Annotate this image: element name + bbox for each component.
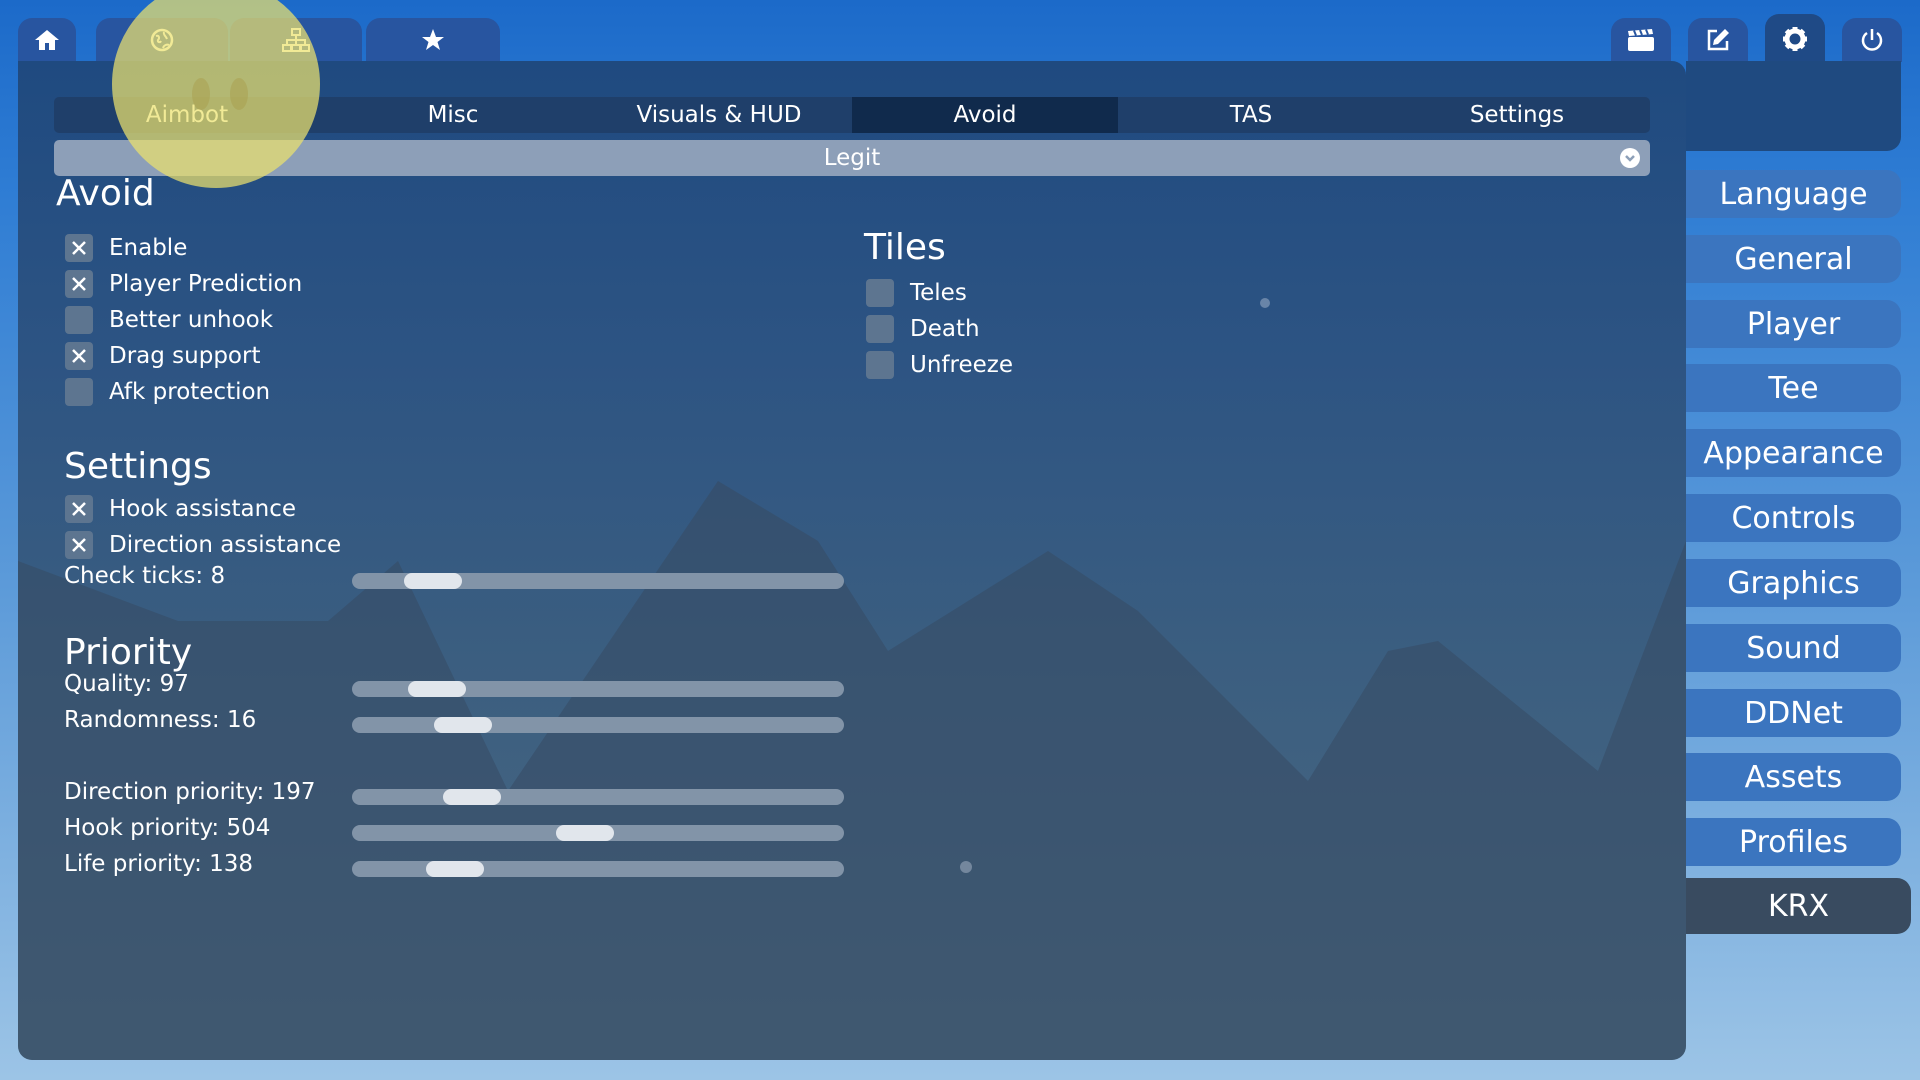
checkbox-checked-icon[interactable] bbox=[65, 342, 93, 370]
edit-icon bbox=[1705, 27, 1731, 53]
settings-direction-assistance-checkbox[interactable]: Direction assistance bbox=[65, 530, 341, 560]
side-menu-tee[interactable]: Tee bbox=[1686, 364, 1901, 412]
checkbox-label: Drag support bbox=[109, 343, 261, 369]
globe-icon bbox=[150, 28, 174, 52]
tab-lan-servers[interactable] bbox=[230, 18, 362, 62]
checkbox-label: Better unhook bbox=[109, 307, 274, 333]
slider-knob[interactable] bbox=[408, 681, 466, 697]
demos-button[interactable] bbox=[1611, 18, 1671, 62]
slider-knob[interactable] bbox=[556, 825, 614, 841]
tiles-teles-checkbox[interactable]: Teles bbox=[866, 278, 967, 308]
checkbox-label: Teles bbox=[910, 280, 967, 306]
checkbox-empty-icon[interactable] bbox=[65, 306, 93, 334]
avoid-section-title: Avoid bbox=[56, 173, 155, 214]
tab-home[interactable] bbox=[18, 18, 76, 62]
star-icon bbox=[421, 28, 445, 52]
side-menu-ddnet[interactable]: DDNet bbox=[1686, 689, 1901, 737]
checkbox-label: Enable bbox=[109, 235, 188, 261]
tab-tas[interactable]: TAS bbox=[1118, 97, 1384, 133]
home-icon bbox=[34, 28, 60, 52]
tab-internet-servers[interactable] bbox=[96, 18, 228, 62]
avoid-enable-checkbox[interactable]: Enable bbox=[65, 233, 187, 263]
profile-dropdown-value: Legit bbox=[823, 145, 881, 171]
checkbox-label: Death bbox=[910, 316, 980, 342]
check-ticks-label: Check ticks: 8 bbox=[64, 563, 226, 589]
tab-misc[interactable]: Misc bbox=[320, 97, 586, 133]
quit-button[interactable] bbox=[1842, 18, 1902, 62]
randomness-slider[interactable] bbox=[352, 717, 844, 733]
checkbox-label: Player Prediction bbox=[109, 271, 303, 297]
side-menu-player[interactable]: Player bbox=[1686, 300, 1901, 348]
side-menu-krx[interactable]: KRX bbox=[1686, 878, 1911, 934]
power-icon bbox=[1859, 27, 1885, 53]
tiles-death-checkbox[interactable]: Death bbox=[866, 314, 980, 344]
gear-icon bbox=[1782, 26, 1808, 52]
tiles-section-title: Tiles bbox=[864, 227, 946, 268]
life-priority-slider[interactable] bbox=[352, 861, 844, 877]
checkbox-label: Afk protection bbox=[109, 379, 271, 405]
side-menu-general[interactable]: General bbox=[1686, 235, 1901, 283]
avoid-drag-support-checkbox[interactable]: Drag support bbox=[65, 341, 260, 371]
direction-priority-slider[interactable] bbox=[352, 789, 844, 805]
settings-panel: Aimbot Misc Visuals & HUD Avoid TAS Settings … bbox=[18, 61, 1686, 1060]
profile-dropdown[interactable]: Legit bbox=[54, 140, 1650, 176]
tab-settings[interactable]: Settings bbox=[1384, 97, 1650, 133]
checkbox-checked-icon[interactable] bbox=[65, 270, 93, 298]
checkbox-empty-icon[interactable] bbox=[866, 279, 894, 307]
network-icon bbox=[282, 28, 310, 52]
checkbox-label: Hook assistance bbox=[109, 496, 296, 522]
checkbox-checked-icon[interactable] bbox=[65, 495, 93, 523]
tab-avoid[interactable]: Avoid bbox=[852, 97, 1118, 133]
quality-slider[interactable] bbox=[352, 681, 844, 697]
chevron-down-icon bbox=[1620, 148, 1640, 168]
priority-section-title: Priority bbox=[64, 632, 193, 673]
side-menu-profiles[interactable]: Profiles bbox=[1686, 818, 1901, 866]
checkbox-empty-icon[interactable] bbox=[866, 351, 894, 379]
side-menu-sound[interactable]: Sound bbox=[1686, 624, 1901, 672]
side-menu-controls[interactable]: Controls bbox=[1686, 494, 1901, 542]
checkbox-label: Unfreeze bbox=[910, 352, 1013, 378]
settings-section-title: Settings bbox=[64, 446, 212, 487]
tab-favorites[interactable] bbox=[366, 18, 500, 62]
checkbox-empty-icon[interactable] bbox=[65, 378, 93, 406]
settings-button[interactable] bbox=[1765, 14, 1825, 64]
clapperboard-icon bbox=[1626, 28, 1656, 52]
life-priority-label: Life priority: 138 bbox=[64, 851, 254, 877]
menu-header-strip bbox=[1686, 61, 1901, 151]
side-menu-language[interactable]: Language bbox=[1686, 170, 1901, 218]
avoid-better-unhook-checkbox[interactable]: Better unhook bbox=[65, 305, 273, 335]
randomness-label: Randomness: 16 bbox=[64, 707, 257, 733]
quality-label: Quality: 97 bbox=[64, 671, 189, 697]
background-star bbox=[1260, 298, 1270, 308]
avoid-afk-protection-checkbox[interactable]: Afk protection bbox=[65, 377, 270, 407]
checkbox-checked-icon[interactable] bbox=[65, 531, 93, 559]
slider-knob[interactable] bbox=[404, 573, 462, 589]
side-menu-assets[interactable]: Assets bbox=[1686, 753, 1901, 801]
subtab-bar: Aimbot Misc Visuals & HUD Avoid TAS Settings bbox=[54, 97, 1650, 133]
settings-hook-assistance-checkbox[interactable]: Hook assistance bbox=[65, 494, 296, 524]
tab-aimbot[interactable]: Aimbot bbox=[54, 97, 320, 133]
check-ticks-slider[interactable] bbox=[352, 573, 844, 589]
hook-priority-slider[interactable] bbox=[352, 825, 844, 841]
checkbox-label: Direction assistance bbox=[109, 532, 342, 558]
avoid-player-prediction-checkbox[interactable]: Player Prediction bbox=[65, 269, 302, 299]
hook-priority-label: Hook priority: 504 bbox=[64, 815, 271, 841]
side-menu-appearance[interactable]: Appearance bbox=[1686, 429, 1901, 477]
background-star bbox=[960, 861, 972, 873]
side-menu-graphics[interactable]: Graphics bbox=[1686, 559, 1901, 607]
checkbox-empty-icon[interactable] bbox=[866, 315, 894, 343]
mountain-background bbox=[18, 481, 1686, 1060]
slider-knob[interactable] bbox=[426, 861, 484, 877]
tab-visuals-hud[interactable]: Visuals & HUD bbox=[586, 97, 852, 133]
editor-button[interactable] bbox=[1688, 18, 1748, 62]
direction-priority-label: Direction priority: 197 bbox=[64, 779, 316, 805]
slider-knob[interactable] bbox=[443, 789, 501, 805]
tiles-unfreeze-checkbox[interactable]: Unfreeze bbox=[866, 350, 1013, 380]
slider-knob[interactable] bbox=[434, 717, 492, 733]
checkbox-checked-icon[interactable] bbox=[65, 234, 93, 262]
